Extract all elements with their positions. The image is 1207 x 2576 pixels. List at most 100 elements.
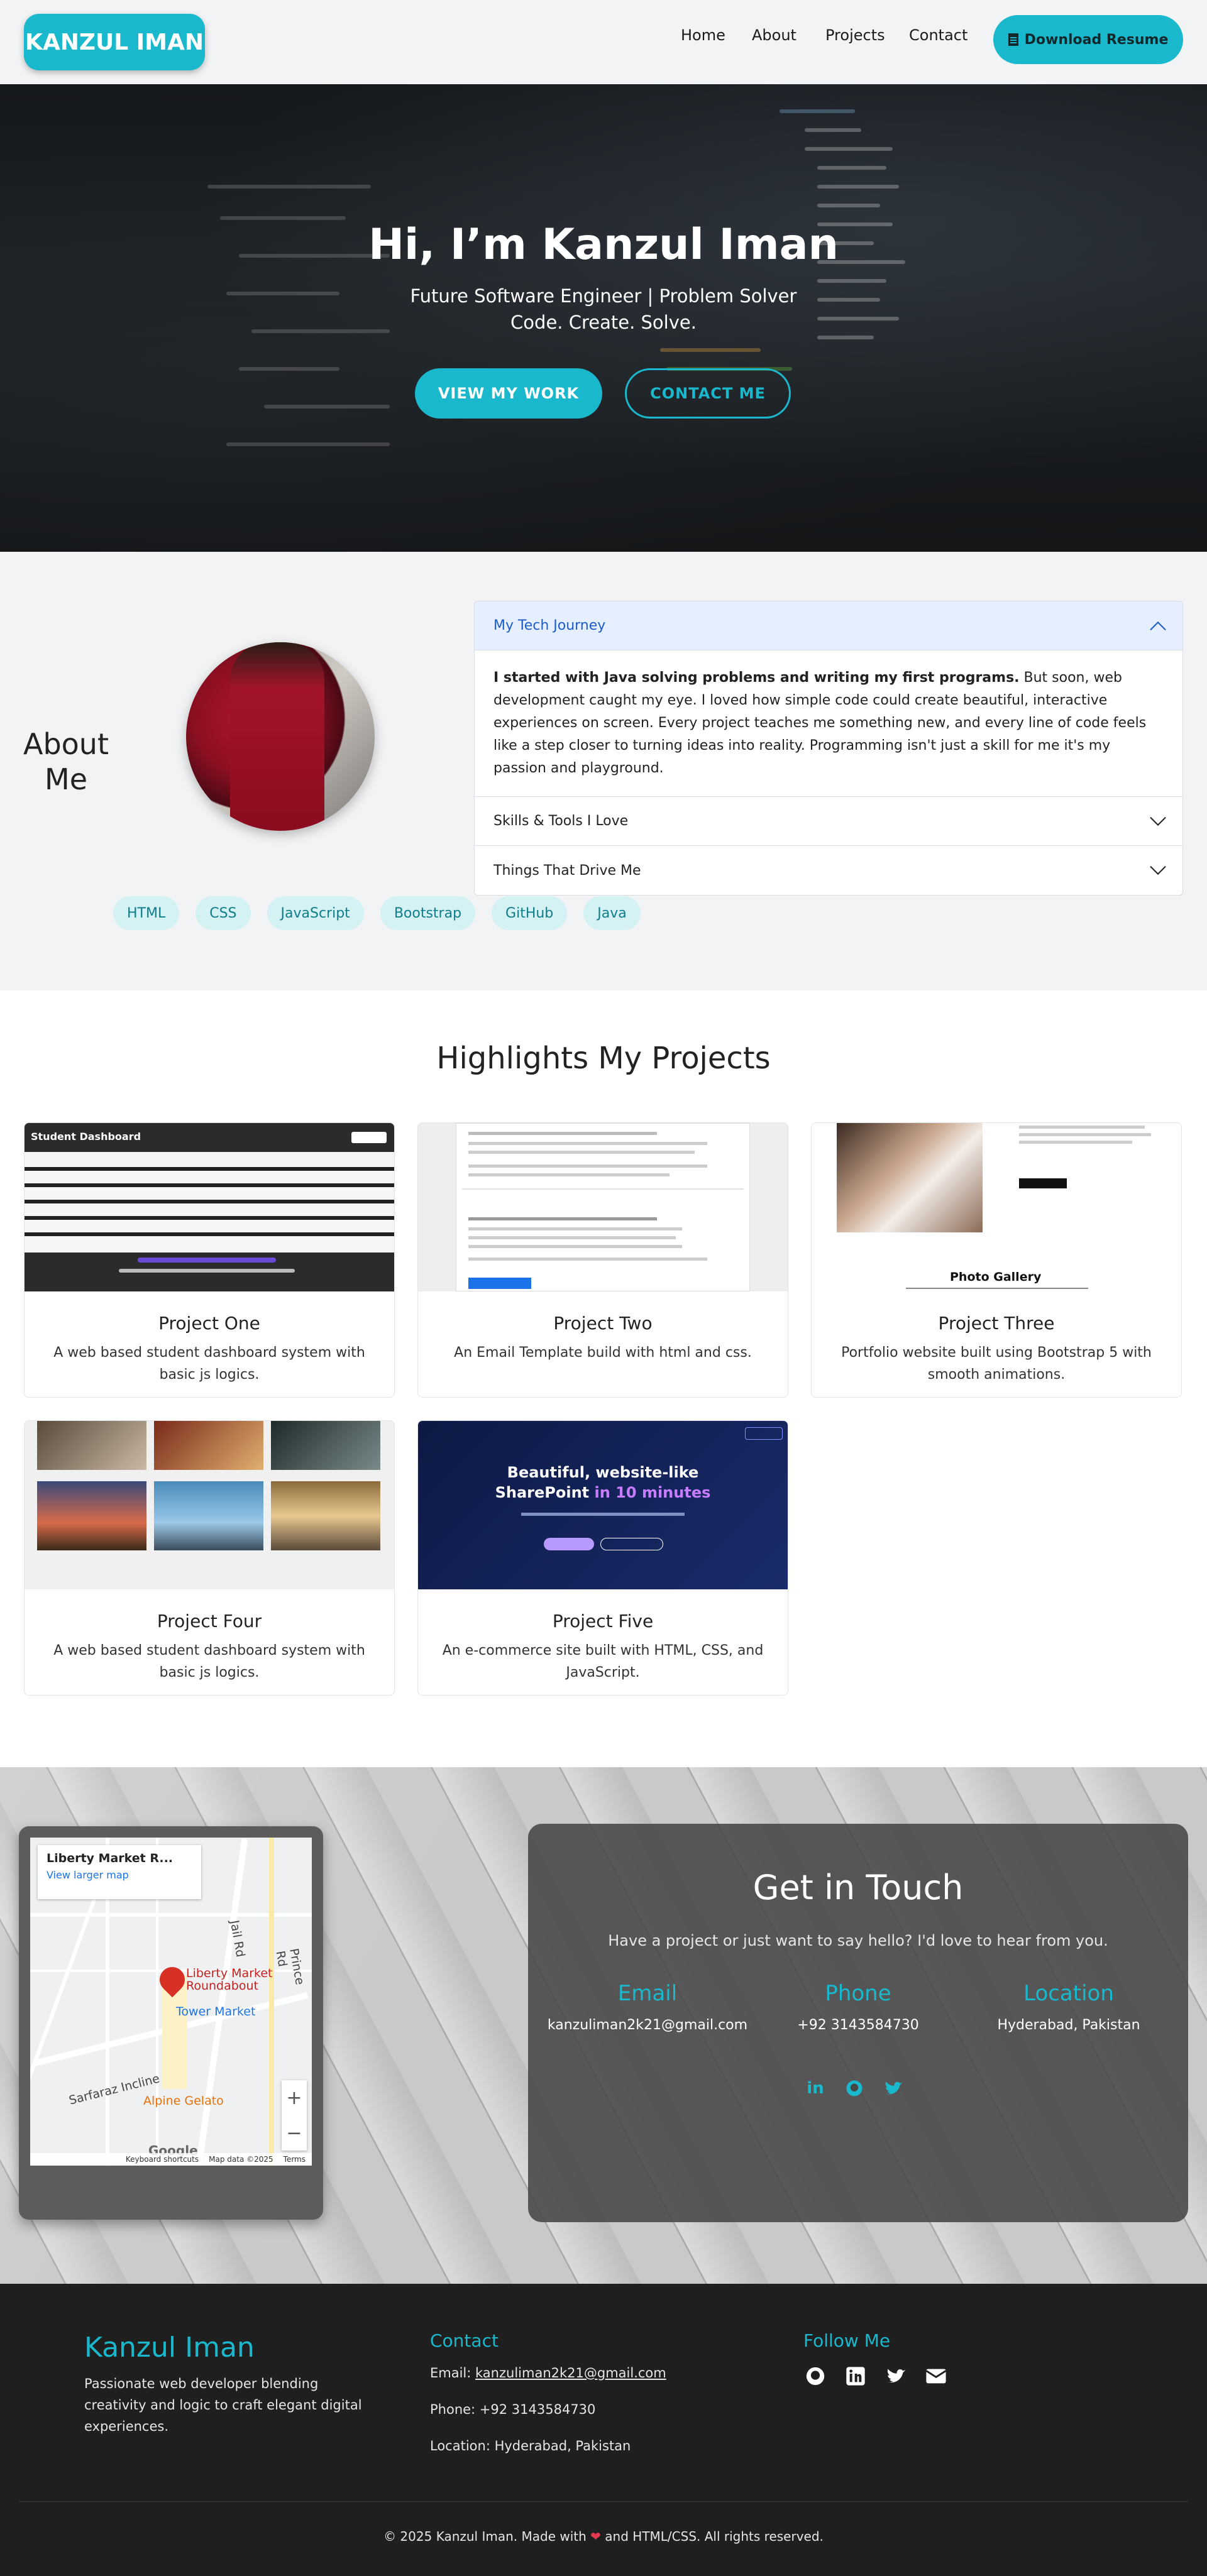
- email-value[interactable]: kanzuliman2k21@gmail.com: [541, 2017, 754, 2033]
- accordion-tech-journey[interactable]: My Tech Journey: [475, 601, 1182, 650]
- copyright-text-end: and HTML/CSS. All rights reserved.: [605, 2529, 824, 2544]
- map-keyboard-shortcuts[interactable]: Keyboard shortcuts: [126, 2155, 199, 2164]
- project-description: A web based student dashboard system wit…: [53, 1345, 365, 1383]
- twitter-icon[interactable]: [883, 2078, 904, 2099]
- footer-copyright: © 2025 Kanzul Iman. Made with ❤ and HTML…: [0, 2529, 1207, 2544]
- profile-photo: [186, 642, 375, 831]
- nav-about[interactable]: About: [752, 26, 796, 44]
- project-card[interactable]: Project Four A web based student dashboa…: [24, 1420, 395, 1696]
- heart-icon: ❤: [590, 2529, 601, 2544]
- thumb-header-text: Student Dashboard: [31, 1131, 141, 1143]
- envelope-icon[interactable]: [924, 2364, 948, 2388]
- thumb-headline-2: SharePoint: [495, 1484, 590, 1501]
- download-resume-label: Download Resume: [1024, 31, 1169, 48]
- nav-projects[interactable]: Projects: [825, 26, 885, 44]
- footer-email: Email: kanzuliman2k21@gmail.com: [430, 2365, 666, 2381]
- map-place-name: Liberty Market R...: [47, 1851, 174, 1865]
- project-thumbnail: [25, 1421, 394, 1589]
- twitter-icon[interactable]: [884, 2364, 908, 2388]
- project-thumbnail: Photo Gallery: [812, 1123, 1181, 1291]
- zoom-in-button[interactable]: +: [282, 2080, 307, 2115]
- brand-logo[interactable]: KANZUL IMAN: [24, 14, 205, 70]
- accordion-body-bold: I started with Java solving problems and…: [493, 670, 1020, 686]
- footer-contact-heading: Contact: [430, 2330, 499, 2351]
- zoom-out-button[interactable]: −: [282, 2115, 307, 2151]
- nav-home[interactable]: Home: [681, 26, 725, 44]
- download-resume-button[interactable]: Download Resume: [993, 15, 1183, 64]
- map-data-credit: Map data ©2025: [209, 2155, 273, 2164]
- thumb-gallery-text: Photo Gallery: [950, 1270, 1042, 1284]
- embedded-map[interactable]: Liberty Market R... View larger map Libe…: [30, 1838, 312, 2166]
- accordion-skills-tools-label: Skills & Tools I Love: [493, 813, 629, 829]
- linkedin-icon[interactable]: [844, 2364, 868, 2388]
- location-value: Hyderabad, Pakistan: [997, 2017, 1140, 2033]
- project-thumbnail: [418, 1123, 788, 1291]
- accordion-skills-tools[interactable]: Skills & Tools I Love: [475, 797, 1182, 846]
- projects-section: Highlights My Projects Student Dashboard…: [0, 990, 1207, 1767]
- project-thumbnail: Beautiful, website-like SharePoint in 10…: [418, 1421, 788, 1589]
- hero-subtitle: Future Software Engineer | Problem Solve…: [410, 285, 797, 307]
- map-label-alpine: Alpine Gelato: [143, 2094, 224, 2108]
- github-icon[interactable]: [803, 2364, 827, 2388]
- projects-heading: Highlights My Projects: [436, 1041, 771, 1076]
- skill-badge: JavaScript: [267, 896, 364, 930]
- project-card[interactable]: Beautiful, website-like SharePoint in 10…: [417, 1420, 788, 1696]
- view-larger-map-link[interactable]: View larger map: [47, 1869, 192, 1881]
- project-description: Portfolio website built using Bootstrap …: [841, 1345, 1152, 1383]
- get-in-touch-card: Get in Touch Have a project or just want…: [528, 1824, 1188, 2222]
- accordion-tech-journey-body: I started with Java solving problems and…: [475, 650, 1182, 797]
- accordion-tech-journey-label: My Tech Journey: [493, 618, 606, 633]
- project-description: An Email Template build with html and cs…: [454, 1345, 752, 1361]
- project-title: Project One: [158, 1313, 260, 1334]
- project-description: A web based student dashboard system wit…: [53, 1643, 365, 1680]
- footer-email-prefix: Email:: [430, 2365, 476, 2381]
- chevron-down-icon: [1150, 858, 1166, 875]
- email-heading: Email: [617, 1981, 678, 2006]
- contact-section: Liberty Market R... View larger map Libe…: [0, 1767, 1207, 2284]
- skill-badge: Java: [583, 896, 641, 930]
- footer: Kanzul Iman Passionate web developer ble…: [0, 2284, 1207, 2576]
- map-zoom-controls: + −: [282, 2080, 307, 2151]
- hero-title: Hi, I’m Kanzul Iman: [368, 220, 839, 270]
- copyright-text-start: © 2025 Kanzul Iman. Made with: [383, 2529, 587, 2544]
- map-info-box: Liberty Market R... View larger map: [38, 1845, 201, 1899]
- document-icon: [1008, 33, 1018, 46]
- contact-me-button[interactable]: CONTACT ME: [625, 368, 791, 419]
- thumb-headline-3: in 10 minutes: [594, 1484, 711, 1501]
- footer-location: Location: Hyderabad, Pakistan: [430, 2438, 631, 2453]
- phone-value: +92 3143584730: [797, 2017, 919, 2033]
- hero-tagline: Code. Create. Solve.: [510, 312, 697, 333]
- footer-divider: [19, 2501, 1188, 2502]
- map-label-tower: Tower Market: [176, 2005, 256, 2019]
- contact-location-block: Location Hyderabad, Pakistan: [962, 1981, 1176, 2033]
- project-card[interactable]: Photo Gallery Project Three Portfolio we…: [811, 1122, 1182, 1398]
- project-title: Project Two: [553, 1313, 653, 1334]
- hero-section: Hi, I’m Kanzul Iman Future Software Engi…: [0, 84, 1207, 552]
- thumb-headline-1: Beautiful, website-like: [507, 1464, 699, 1481]
- nav-contact[interactable]: Contact: [909, 26, 967, 44]
- navbar: KANZUL IMAN Home About Projects Contact …: [0, 0, 1207, 84]
- skill-badge: GitHub: [492, 896, 568, 930]
- chevron-down-icon: [1150, 809, 1166, 826]
- about-title: About Me: [23, 727, 109, 796]
- project-card[interactable]: Student Dashboard Project One A web base…: [24, 1122, 395, 1398]
- project-title: Project Three: [938, 1313, 1055, 1334]
- footer-email-link[interactable]: kanzuliman2k21@gmail.com: [475, 2365, 666, 2381]
- accordion-body-text: But soon, web development caught my eye.…: [493, 670, 1147, 776]
- project-card[interactable]: Project Two An Email Template build with…: [417, 1122, 788, 1398]
- project-title: Project Four: [157, 1611, 262, 1631]
- linkedin-icon[interactable]: in: [805, 2078, 826, 2099]
- github-icon[interactable]: [844, 2078, 865, 2099]
- footer-tagline: Passionate web developer blending creati…: [84, 2376, 362, 2434]
- contact-email-block: Email kanzuliman2k21@gmail.com: [541, 1981, 754, 2033]
- phone-heading: Phone: [825, 1981, 891, 2006]
- accordion-things-drive-me[interactable]: Things That Drive Me: [475, 846, 1182, 895]
- about-section: About Me My Tech Journey I started with …: [0, 552, 1207, 990]
- skills-list: HTML CSS JavaScript Bootstrap GitHub Jav…: [113, 896, 641, 930]
- view-my-work-button[interactable]: VIEW MY WORK: [415, 368, 602, 419]
- chevron-up-icon: [1150, 621, 1166, 637]
- get-in-touch-subtitle: Have a project or just want to say hello…: [608, 1932, 1108, 1949]
- map-terms-link[interactable]: Terms: [284, 2155, 306, 2164]
- skill-badge: Bootstrap: [380, 896, 476, 930]
- contact-phone-block: Phone +92 3143584730: [751, 1981, 965, 2033]
